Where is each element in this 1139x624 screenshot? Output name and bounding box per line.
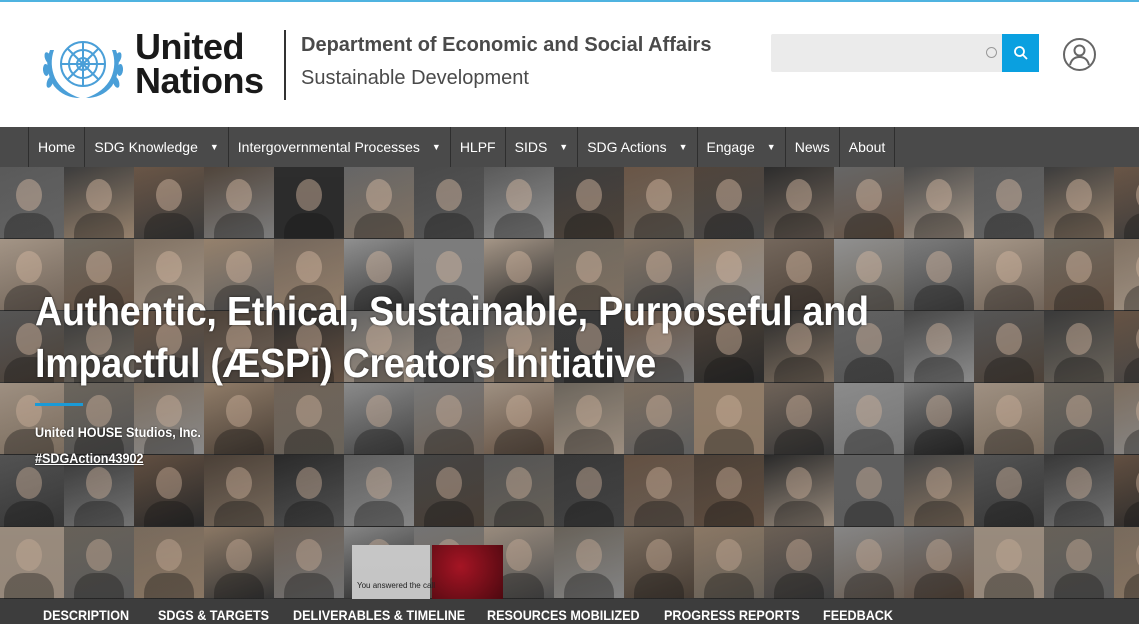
caret-down-icon: ▼: [431, 142, 441, 152]
logo-wordmark[interactable]: United Nations: [135, 26, 264, 101]
un-emblem-icon[interactable]: [40, 28, 126, 102]
department-title[interactable]: Department of Economic and Social Affair…: [301, 34, 711, 57]
hero-banner: You answered the call Authentic, Ethical…: [0, 167, 1139, 599]
nav-item-sdg-actions[interactable]: SDG Actions ▼: [578, 127, 698, 167]
search-button[interactable]: [1002, 34, 1039, 72]
nav-item-sdg-knowledge[interactable]: SDG Knowledge ▼: [85, 127, 229, 167]
title-accent-bar: [35, 403, 83, 406]
nav-item-engage[interactable]: Engage ▼: [698, 127, 786, 167]
tab-feedback[interactable]: FEEDBACK: [823, 607, 893, 623]
nav-item-label: SDG Knowledge: [94, 139, 198, 155]
user-account-icon[interactable]: [1062, 37, 1097, 72]
page-title: Authentic, Ethical, Sustainable, Purpose…: [35, 288, 869, 386]
logo-text-line2: Nations: [135, 60, 264, 101]
section-tabs: DESCRIPTION SDGS & TARGETS DELIVERABLES …: [0, 599, 1139, 624]
nav-item-label: Home: [38, 139, 76, 155]
nav-item-label: About: [848, 139, 886, 155]
nav-item-sids[interactable]: SIDS ▼: [506, 127, 579, 167]
caret-down-icon: ▼: [559, 142, 569, 152]
main-nav-items: Home SDG Knowledge ▼ Intergovernmental P…: [28, 127, 896, 167]
logo-text-line1: United: [135, 26, 244, 67]
tab-description[interactable]: DESCRIPTION: [43, 607, 129, 623]
nav-item-label: Engage: [706, 139, 755, 155]
caret-down-icon: ▼: [766, 142, 776, 152]
nav-item-label: HLPF: [459, 139, 496, 155]
division-subtitle[interactable]: Sustainable Development: [301, 67, 529, 90]
tile-caption: You answered the call: [357, 581, 435, 590]
caret-down-icon: ▼: [209, 142, 219, 152]
tab-resources-mobilized[interactable]: RESOURCES MOBILIZED: [487, 607, 640, 623]
search-icon: [1013, 46, 1028, 60]
search-input[interactable]: [771, 34, 1002, 72]
nav-item-label: SIDS: [514, 139, 548, 155]
nav-item-label: Intergovernmental Processes: [237, 139, 420, 155]
logo-divider: [284, 30, 286, 100]
tab-deliverables-timeline[interactable]: DELIVERABLES & TIMELINE: [293, 607, 465, 623]
nav-item-intergovernmental-processes[interactable]: Intergovernmental Processes ▼: [229, 127, 451, 167]
nav-item-label: News: [794, 139, 830, 155]
tab-progress-reports[interactable]: PROGRESS REPORTS: [664, 607, 800, 623]
nav-item-news[interactable]: News: [786, 127, 840, 167]
main-nav: Home SDG Knowledge ▼ Intergovernmental P…: [0, 127, 1139, 167]
site-header: United Nations Department of Economic an…: [0, 2, 1139, 127]
search-clear-icon[interactable]: [986, 47, 997, 58]
sdg-action-link[interactable]: #SDGAction43902: [35, 450, 144, 466]
nav-item-label: SDG Actions: [587, 139, 667, 155]
nav-item-about[interactable]: About: [840, 127, 896, 167]
organization-name: United HOUSE Studios, Inc.: [35, 424, 201, 440]
nav-item-hlpf[interactable]: HLPF: [451, 127, 506, 167]
nav-item-home[interactable]: Home: [29, 127, 86, 167]
caret-down-icon: ▼: [678, 142, 688, 152]
tab-sdgs-targets[interactable]: SDGS & TARGETS: [158, 607, 269, 623]
